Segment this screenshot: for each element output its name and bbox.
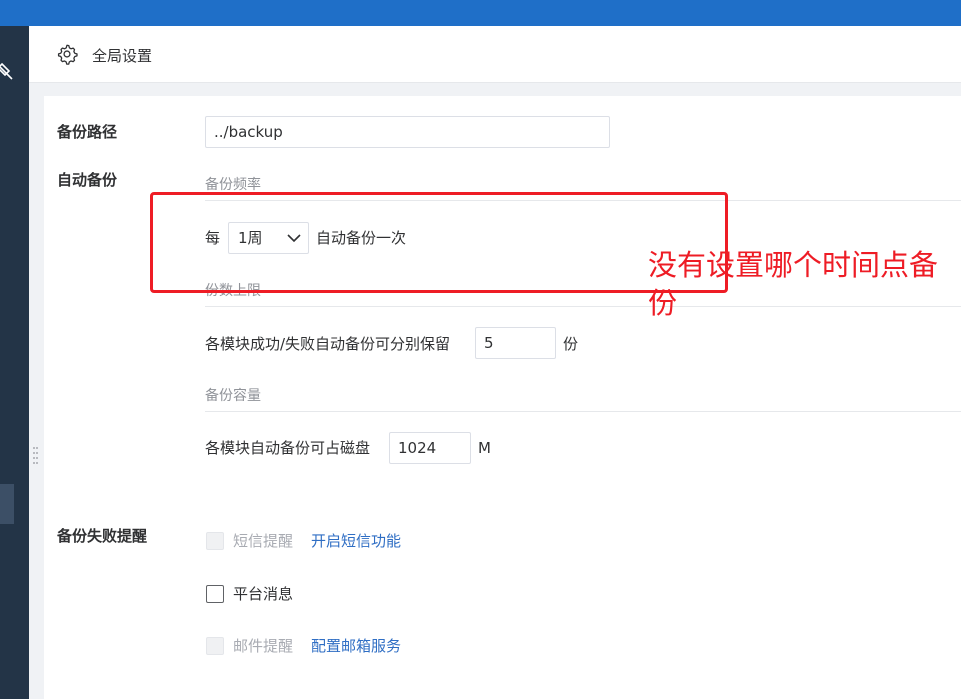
platform-message-checkbox[interactable]: [206, 585, 224, 603]
auto-backup-label: 自动备份: [57, 171, 118, 189]
backup-path-label: 备份路径: [57, 123, 118, 141]
annotation-text: 没有设置哪个时间点备份: [648, 248, 939, 320]
email-alert-checkbox[interactable]: [206, 637, 224, 655]
capacity-section-title: 备份容量: [205, 388, 261, 404]
page-header: [29, 26, 961, 83]
sidebar-active-item[interactable]: [0, 484, 14, 524]
gear-icon: [57, 44, 78, 65]
email-alert-label: 邮件提醒: [233, 637, 294, 655]
capacity-prefix: 各模块自动备份可占磁盘: [205, 439, 371, 457]
resize-handle-icon[interactable]: [33, 445, 38, 465]
capacity-input[interactable]: 1024: [389, 432, 471, 464]
divider: [205, 411, 961, 412]
capacity-unit: M: [478, 439, 491, 457]
configure-email-link[interactable]: 配置邮箱服务: [311, 635, 401, 657]
count-limit-prefix: 各模块成功/失败自动备份可分别保留: [205, 335, 451, 353]
settings-panel: [44, 96, 961, 699]
sms-alert-label: 短信提醒: [233, 532, 294, 550]
annotation-highlight-box: [150, 192, 728, 293]
platform-message-label: 平台消息: [233, 585, 294, 603]
page-title: 全局设置: [92, 47, 153, 65]
sidebar: [0, 26, 29, 699]
failure-alert-label: 备份失败提醒: [57, 527, 148, 545]
pin-icon[interactable]: [0, 62, 14, 82]
top-bar: [0, 0, 961, 26]
count-limit-unit: 份: [563, 335, 579, 353]
count-limit-input[interactable]: 5: [475, 327, 556, 359]
enable-sms-link[interactable]: 开启短信功能: [311, 530, 401, 552]
backup-path-input[interactable]: ../backup: [205, 116, 610, 148]
sms-alert-checkbox[interactable]: [206, 532, 224, 550]
